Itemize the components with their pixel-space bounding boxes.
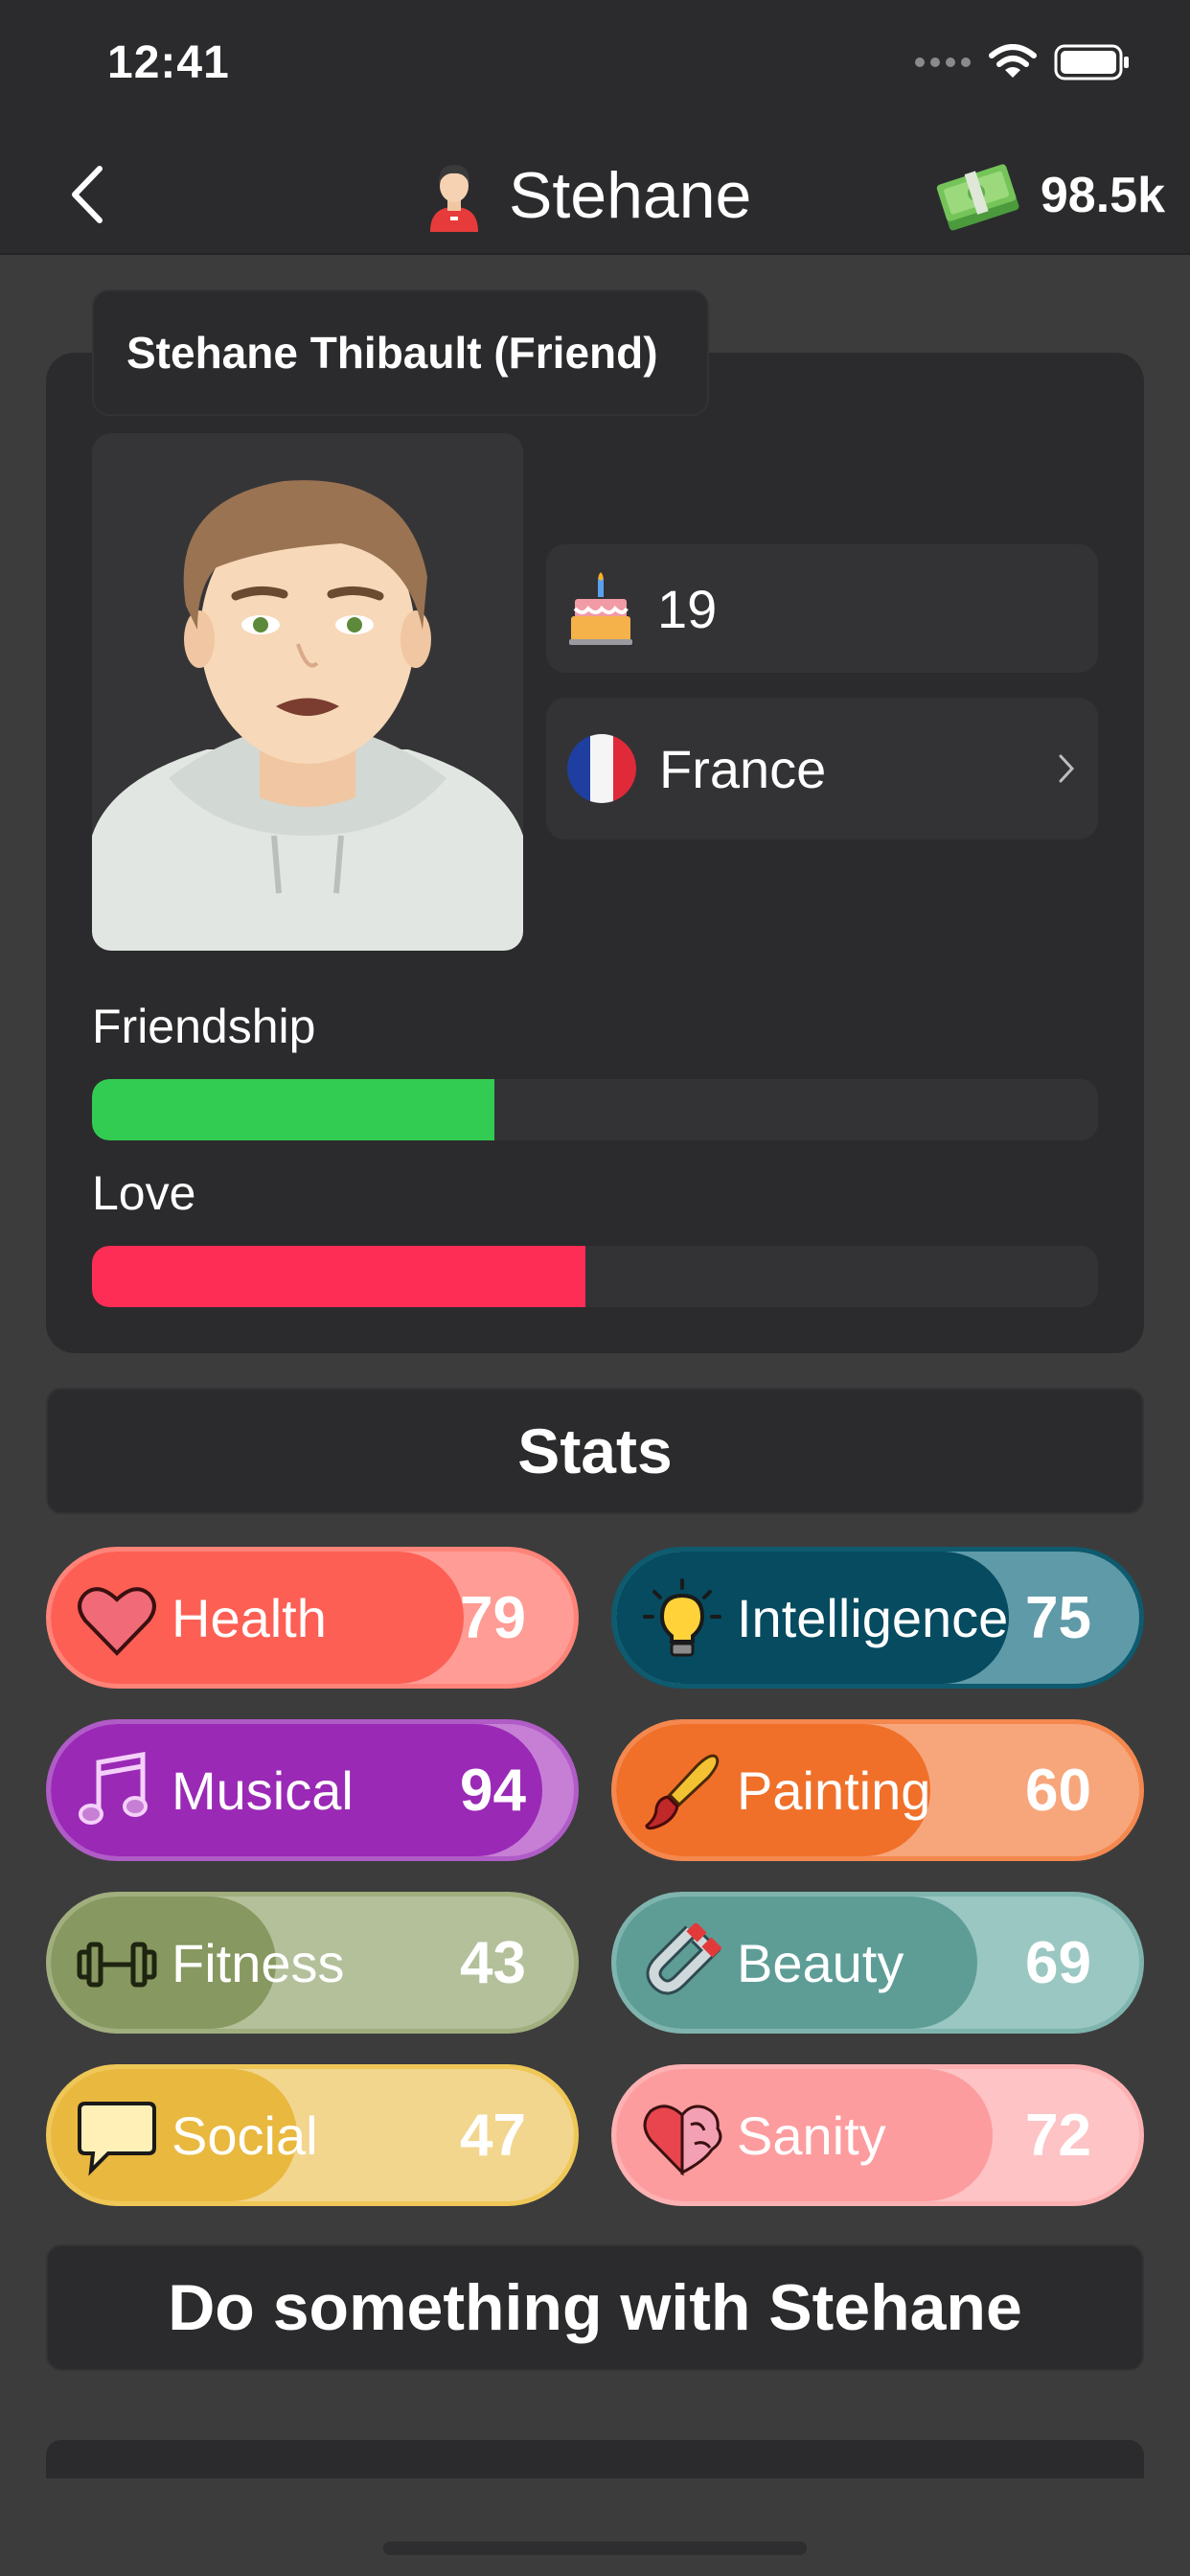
- chevron-right-icon: [1059, 754, 1075, 783]
- stat-value: 47: [460, 2102, 526, 2169]
- age-value: 19: [657, 578, 718, 639]
- chevron-left-icon: [72, 166, 103, 223]
- back-button[interactable]: [54, 157, 121, 232]
- nav-bar: Stehane 98.5k: [0, 134, 1190, 255]
- avatar-illustration: [92, 480, 523, 951]
- music-note-icon: [79, 1752, 148, 1825]
- cash-icon: [936, 164, 1019, 231]
- stat-value: 79: [460, 1584, 526, 1651]
- stat-health[interactable]: Health 79: [46, 1547, 579, 1689]
- stat-label: Fitness: [172, 1932, 345, 1993]
- friendship-bar: [92, 1079, 1098, 1140]
- next-section-card: [46, 2440, 1144, 2478]
- stat-label: Painting: [737, 1760, 931, 1821]
- stat-label: Beauty: [737, 1932, 904, 1993]
- love-bar: [92, 1246, 1098, 1307]
- country-value: France: [659, 738, 827, 799]
- money-display[interactable]: 98.5k: [933, 155, 1165, 236]
- heart-brain-icon: [643, 2104, 722, 2176]
- status-time: 12:41: [107, 37, 230, 88]
- actions-header[interactable]: Do something with Stehane: [46, 2244, 1144, 2371]
- person-icon: [430, 165, 478, 232]
- paintbrush-icon: [645, 1754, 720, 1830]
- friendship-bar-fill: [92, 1079, 494, 1140]
- stat-value: 75: [1025, 1584, 1091, 1651]
- page-title: Stehane: [509, 159, 752, 232]
- france-flag-icon: [567, 734, 636, 803]
- stats-header: Stats: [46, 1388, 1144, 1514]
- stat-musical[interactable]: Musical 94: [46, 1719, 579, 1861]
- stat-painting[interactable]: Painting 60: [611, 1719, 1144, 1861]
- stat-label: Sanity: [737, 2104, 886, 2166]
- stat-value: 72: [1025, 2102, 1091, 2169]
- nav-title-group: Stehane: [426, 155, 751, 236]
- love-bar-fill: [92, 1246, 585, 1307]
- birthday-cake-icon: [569, 572, 632, 645]
- stat-value: 94: [460, 1757, 526, 1824]
- speech-bubble-icon: [78, 2102, 156, 2176]
- age-row: 19: [546, 544, 1098, 673]
- stat-value: 60: [1025, 1757, 1091, 1824]
- stat-label: Social: [172, 2104, 318, 2166]
- stat-social[interactable]: Social 47: [46, 2064, 579, 2206]
- money-amount: 98.5k: [1040, 168, 1165, 223]
- stat-fitness[interactable]: Fitness 43: [46, 1892, 579, 2034]
- full-name-label: Stehane Thibault (Friend): [92, 289, 709, 416]
- stat-beauty[interactable]: Beauty 69: [611, 1892, 1144, 2034]
- stat-value: 43: [460, 1929, 526, 1996]
- wifi-icon: [989, 44, 1037, 78]
- avatar: [92, 433, 523, 951]
- stat-label: Health: [172, 1587, 327, 1648]
- country-row[interactable]: France: [546, 698, 1098, 840]
- signal-icon: [915, 58, 971, 67]
- status-icons: [914, 44, 1131, 80]
- home-indicator: [383, 2542, 807, 2555]
- status-bar: 12:41: [0, 0, 1190, 134]
- battery-icon: [1054, 44, 1129, 80]
- stat-value: 69: [1025, 1929, 1091, 1996]
- stat-label: Intelligence: [737, 1587, 1009, 1648]
- dumbbell-icon: [77, 1942, 157, 1988]
- friendship-label: Friendship: [92, 1000, 316, 1053]
- lightbulb-icon: [643, 1578, 721, 1657]
- stat-intelligence[interactable]: Intelligence 75: [611, 1547, 1144, 1689]
- stat-label: Musical: [172, 1760, 354, 1821]
- love-label: Love: [92, 1166, 196, 1220]
- magnet-icon: [646, 1923, 722, 1995]
- heart-icon: [78, 1587, 156, 1656]
- stat-sanity[interactable]: Sanity 72: [611, 2064, 1144, 2206]
